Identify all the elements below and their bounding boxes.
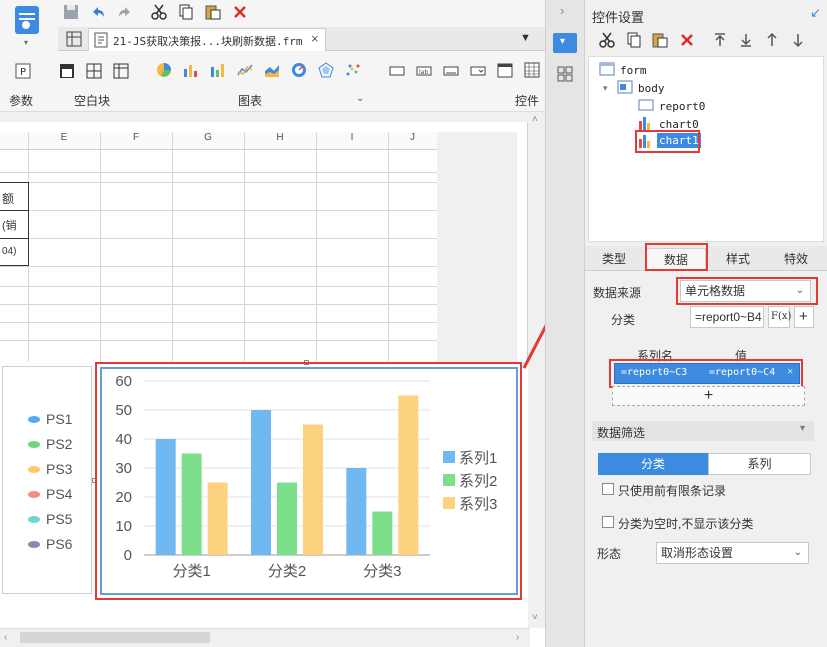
- data-source-select[interactable]: 单元格数据 ⌄: [680, 280, 811, 302]
- filter-tab-category-label: 分类: [640, 457, 665, 471]
- filter-tab-category[interactable]: 分类: [598, 453, 708, 475]
- hide-empty-category-checkbox[interactable]: [602, 516, 614, 528]
- hide-empty-category-label: 分类为空时,不显示该分类: [618, 517, 754, 531]
- series-name-header: 系列名: [637, 349, 674, 363]
- report-node-icon: [638, 97, 654, 113]
- tree-node-body[interactable]: body: [638, 82, 665, 95]
- collapse-panel-icon[interactable]: ›: [560, 3, 564, 18]
- move-up-icon[interactable]: [764, 32, 780, 48]
- data-source-value: 单元格数据: [685, 284, 746, 298]
- remove-series-icon[interactable]: ×: [787, 366, 793, 378]
- filter-tab-series[interactable]: 系列: [708, 453, 811, 475]
- tab-style[interactable]: 样式: [712, 248, 764, 270]
- series-value-cell[interactable]: =report0~C4: [709, 367, 775, 378]
- formula-button[interactable]: F(x): [768, 306, 792, 328]
- panel-delete-icon[interactable]: [679, 32, 695, 48]
- move-down-icon[interactable]: [790, 32, 806, 48]
- tab-effect[interactable]: 特效: [770, 248, 822, 270]
- tree-node-form[interactable]: form: [620, 64, 647, 77]
- panel-cut-icon[interactable]: [599, 32, 615, 48]
- widget-library-tab-icon[interactable]: [557, 66, 573, 82]
- side-strip: [545, 0, 585, 647]
- panel-pin-icon[interactable]: ↙: [810, 5, 821, 21]
- tree-node-chart1-row[interactable]: chart1: [638, 132, 701, 150]
- panel-title: 控件设置: [592, 10, 645, 25]
- body-node-icon: [617, 79, 633, 95]
- chart-node-icon: [638, 133, 654, 149]
- chart-node-icon: [638, 115, 654, 131]
- data-filter-label: 数据筛选: [597, 426, 646, 440]
- category-value: =report0~B4: [695, 310, 762, 324]
- add-category-button[interactable]: +: [794, 306, 814, 328]
- panel-copy-icon[interactable]: [626, 32, 642, 48]
- formula-icon: F(x): [771, 311, 792, 322]
- tree-node-chart1: chart1: [657, 133, 701, 148]
- tree-expand-icon[interactable]: ▾: [603, 83, 608, 94]
- tab-data[interactable]: 数据: [646, 248, 706, 270]
- data-filter-header: 数据筛选 ▾: [592, 421, 814, 441]
- shape-value: 取消形态设置: [661, 546, 734, 560]
- dropdown-glyph-icon: ▾: [560, 36, 566, 47]
- shape-label: 形态: [597, 547, 622, 561]
- filter-tab-series-label: 系列: [747, 457, 772, 471]
- collapse-chevron-icon[interactable]: ▾: [800, 423, 805, 434]
- limited-records-checkbox[interactable]: [602, 483, 614, 495]
- move-top-icon[interactable]: [712, 32, 728, 48]
- tab-type[interactable]: 类型: [588, 248, 640, 270]
- series-name-cell[interactable]: =report0~C3: [621, 367, 687, 378]
- chevron-down-icon: ⌄: [793, 547, 802, 558]
- shape-select[interactable]: 取消形态设置 ⌄: [656, 542, 809, 564]
- series-row[interactable]: =report0~C3 =report0~C4 ×: [614, 363, 800, 384]
- limited-records-label: 只使用前有限条记录: [618, 484, 727, 498]
- chevron-down-icon: ⌄: [795, 285, 804, 296]
- category-input[interactable]: =report0~B4: [690, 306, 764, 328]
- tree-node-chart0[interactable]: chart0: [659, 118, 699, 131]
- form-node-icon: [599, 61, 615, 77]
- category-label: 分类: [611, 313, 636, 327]
- data-source-label: 数据来源: [593, 286, 642, 300]
- add-series-button[interactable]: +: [612, 386, 805, 406]
- tree-node-report0[interactable]: report0: [659, 100, 705, 113]
- value-header: 值: [735, 349, 748, 363]
- panel-paste-icon[interactable]: [652, 32, 668, 48]
- move-bottom-icon[interactable]: [738, 32, 754, 48]
- widget-settings-tab-icon[interactable]: ▾: [553, 33, 577, 53]
